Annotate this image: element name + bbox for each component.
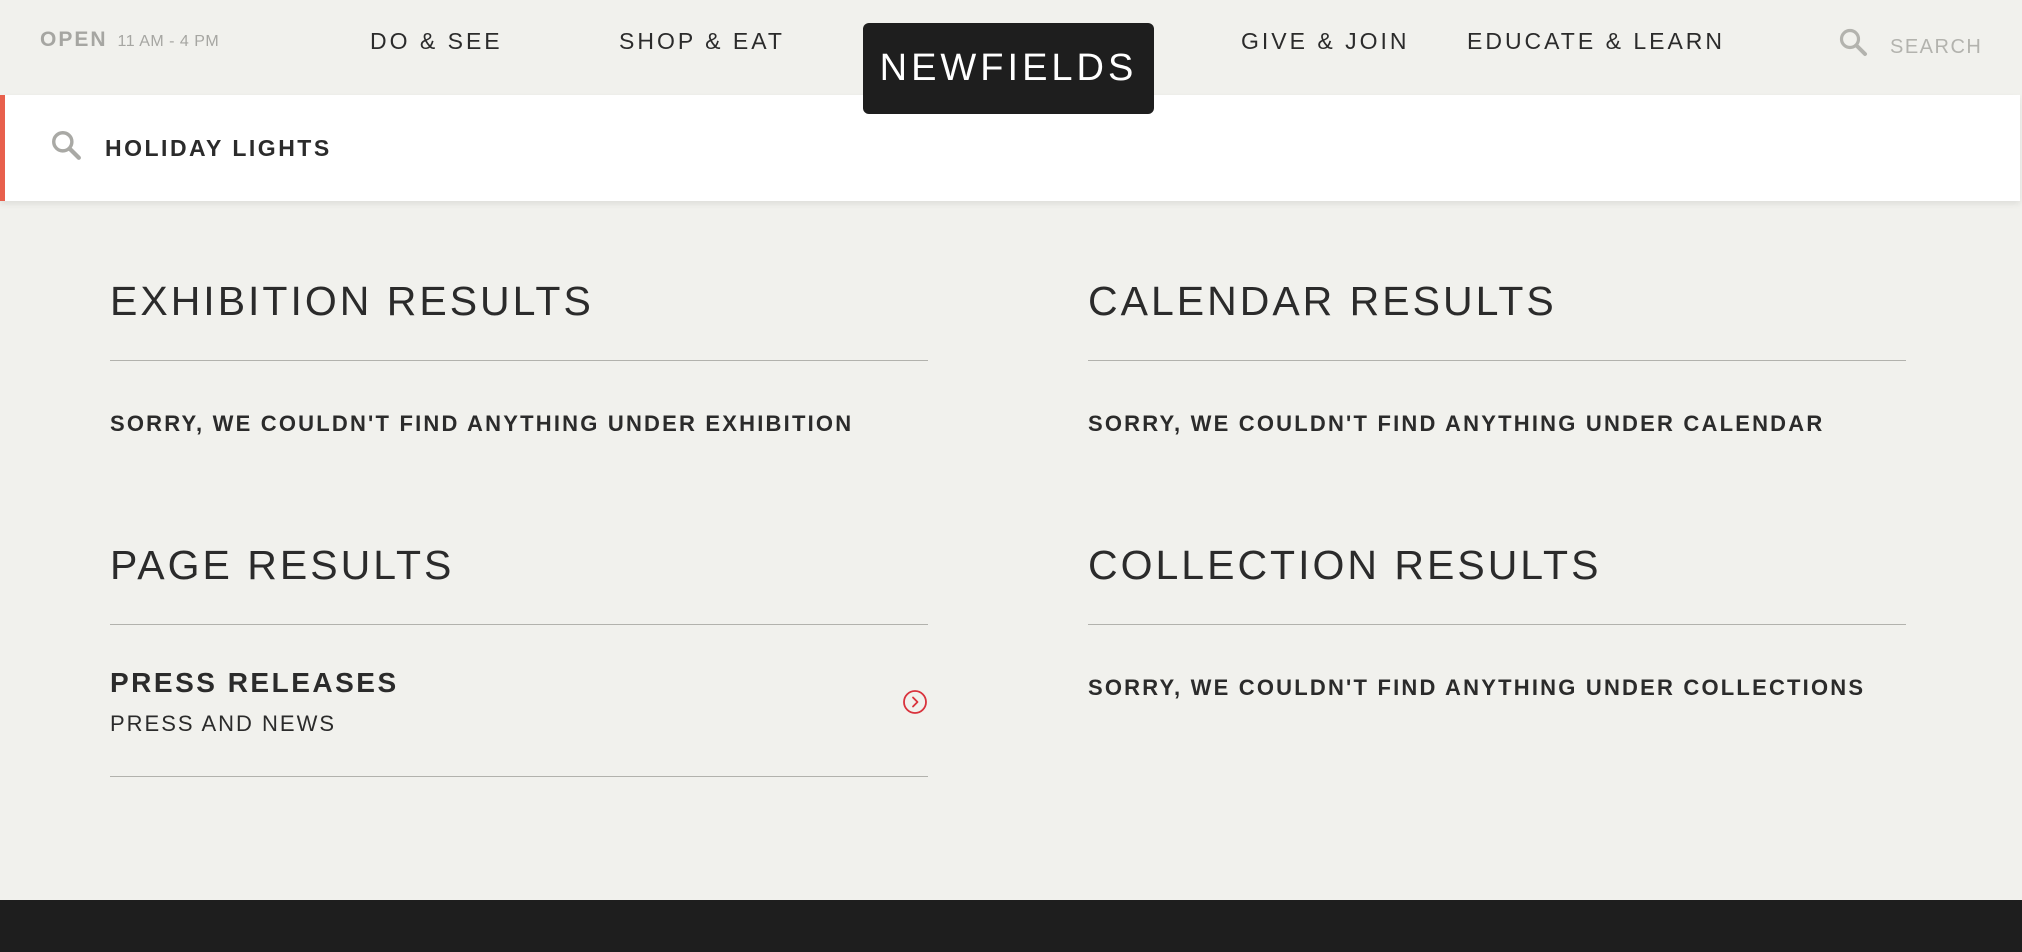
search-input[interactable] (105, 123, 1955, 173)
exhibition-results-title: EXHIBITION RESULTS (110, 275, 928, 361)
page-result-title: PRESS RELEASES (110, 667, 399, 698)
top-navigation: OPEN 11 AM - 4 PM DO & SEE SHOP & EAT NE… (0, 0, 2022, 114)
calendar-empty-message: SORRY, WE COULDN'T FIND ANYTHING UNDER C… (1088, 411, 1825, 436)
page-result-item[interactable]: PRESS RELEASES PRESS AND NEWS (110, 625, 928, 777)
hours-status: OPEN (40, 28, 108, 51)
hours-time: 11 AM - 4 PM (117, 33, 220, 50)
page-result-subtitle: PRESS AND NEWS (110, 711, 337, 736)
chevron-right-circle-icon[interactable] (902, 689, 928, 720)
nav-educate-learn[interactable]: EDUCATE & LEARN (1467, 28, 1725, 55)
newfields-logo[interactable]: NEWFIELDS (863, 23, 1154, 114)
nav-give-join[interactable]: GIVE & JOIN (1241, 28, 1409, 55)
collection-results: COLLECTION RESULTS SORRY, WE COULDN'T FI… (1088, 539, 1906, 701)
calendar-results: CALENDAR RESULTS SORRY, WE COULDN'T FIND… (1088, 275, 1906, 437)
search-icon (1838, 27, 1868, 62)
header-search-label: SEARCH (1890, 36, 1983, 58)
page-results: PAGE RESULTS PRESS RELEASES PRESS AND NE… (110, 539, 928, 777)
calendar-results-title: CALENDAR RESULTS (1088, 275, 1906, 361)
collection-empty-message: SORRY, WE COULDN'T FIND ANYTHING UNDER C… (1088, 675, 1866, 700)
collection-results-title: COLLECTION RESULTS (1088, 539, 1906, 625)
footer (0, 900, 2022, 952)
nav-do-see[interactable]: DO & SEE (370, 28, 503, 55)
nav-shop-eat[interactable]: SHOP & EAT (619, 28, 785, 55)
header-search-button[interactable]: SEARCH (1838, 27, 1982, 62)
page-results-title: PAGE RESULTS (110, 539, 928, 625)
opening-hours: OPEN 11 AM - 4 PM (40, 28, 219, 52)
exhibition-empty-message: SORRY, WE COULDN'T FIND ANYTHING UNDER E… (110, 411, 854, 436)
exhibition-results: EXHIBITION RESULTS SORRY, WE COULDN'T FI… (110, 275, 928, 437)
search-icon (50, 129, 82, 166)
